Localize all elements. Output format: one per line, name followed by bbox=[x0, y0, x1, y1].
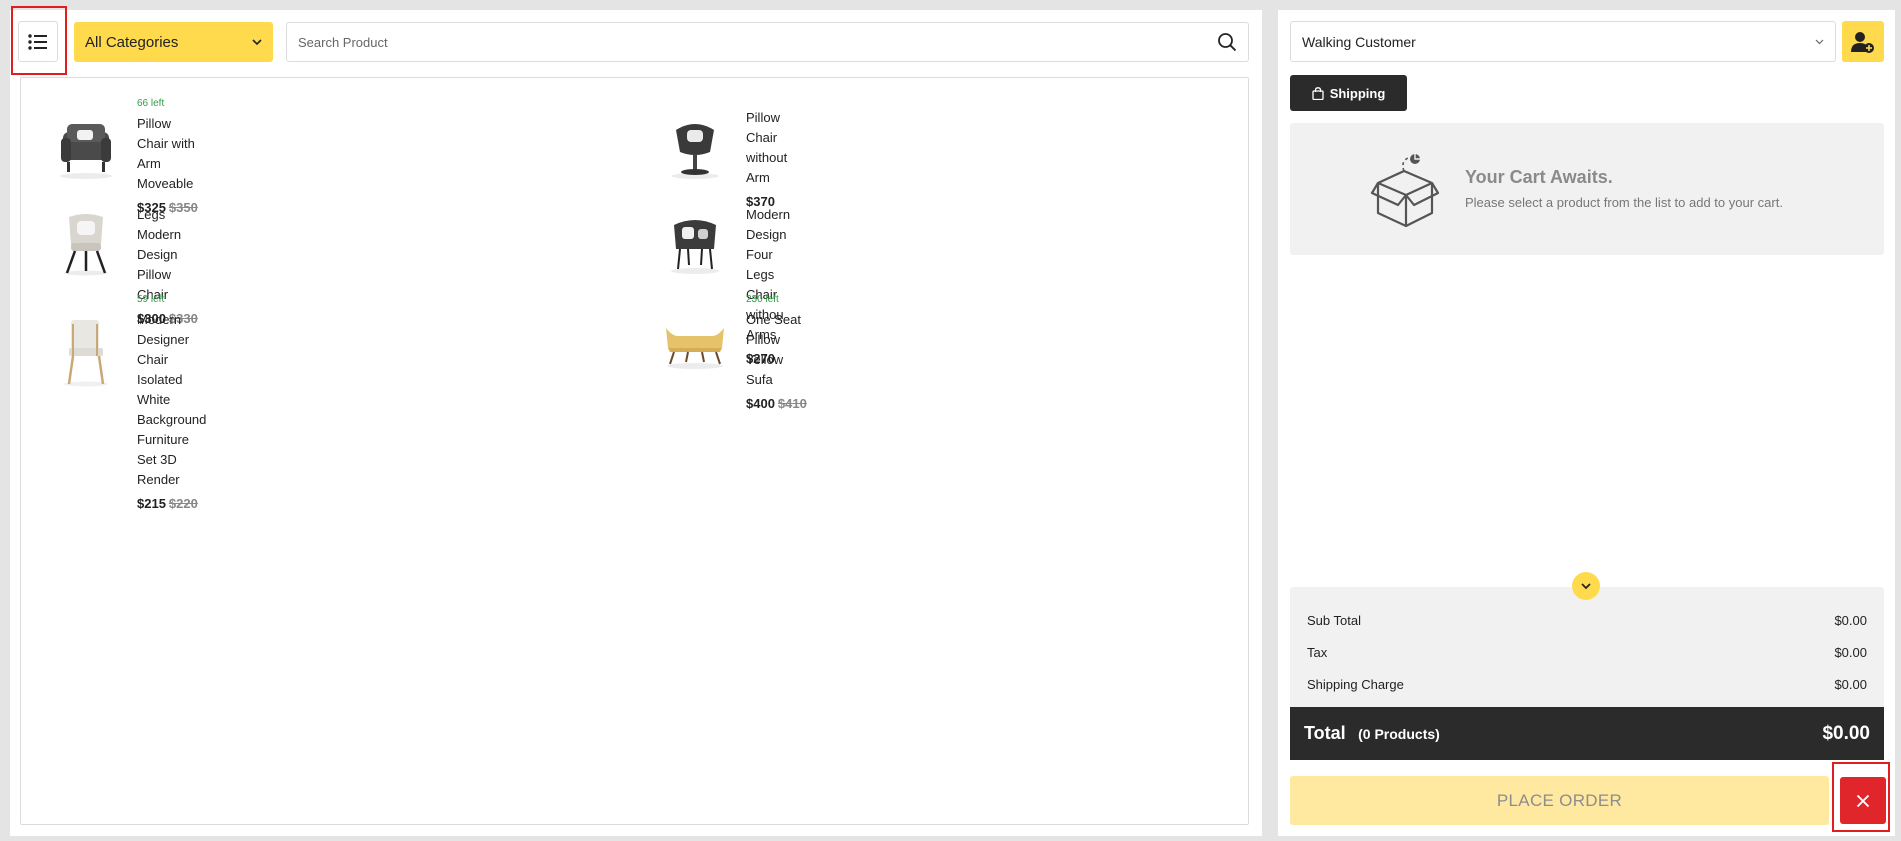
total-value: $0.00 bbox=[1822, 722, 1870, 744]
product-name: Legs Modern Design Pillow Chair bbox=[137, 207, 182, 302]
place-order-label: PLACE ORDER bbox=[1496, 790, 1623, 810]
old-price: $410 bbox=[777, 396, 807, 411]
empty-cart-title: Your Cart Awaits. bbox=[1465, 167, 1613, 187]
product-panel: All Categories 66 left Pillow Chair with… bbox=[10, 10, 1262, 836]
subtotal-label: Sub Total bbox=[1307, 613, 1361, 628]
category-select[interactable]: All Categories bbox=[74, 22, 273, 62]
cart-panel: Walking Customer Shipping Your Cart Awai… bbox=[1278, 10, 1895, 836]
category-select-label: All Categories bbox=[85, 33, 179, 51]
product-image bbox=[60, 124, 112, 179]
product-image bbox=[671, 124, 719, 179]
product-name: Modern Designer Chair Isolated White Bac… bbox=[137, 312, 207, 487]
user-plus-icon bbox=[1851, 31, 1874, 53]
tax-row: Tax $0.00 bbox=[1307, 645, 1867, 660]
list-icon bbox=[28, 33, 47, 50]
product-grid: 66 left Pillow Chair with Arm Moveable $… bbox=[20, 77, 1249, 825]
shopping-bag-icon bbox=[1312, 86, 1324, 100]
summary-toggle-button[interactable] bbox=[1572, 572, 1600, 600]
tax-label: Tax bbox=[1307, 645, 1328, 660]
current-price: $215 bbox=[137, 496, 166, 511]
old-price: $220 bbox=[168, 496, 198, 511]
total-label: Total bbox=[1304, 723, 1346, 743]
chevron-down-icon bbox=[252, 38, 262, 45]
product-name: Pillow Chair with Arm Moveable bbox=[137, 116, 195, 191]
stock-label: 59 left bbox=[137, 294, 165, 305]
shipping-button[interactable]: Shipping bbox=[1290, 75, 1407, 111]
search-input[interactable] bbox=[298, 34, 1217, 50]
shipping-charge-label: Shipping Charge bbox=[1307, 677, 1404, 692]
current-price: $400 bbox=[746, 396, 775, 411]
subtotal-value: $0.00 bbox=[1834, 613, 1867, 628]
subtotal-row: Sub Total $0.00 bbox=[1307, 613, 1867, 628]
total-bar: Total (0 Products) $0.00 bbox=[1290, 707, 1884, 760]
shipping-button-label: Shipping bbox=[1329, 85, 1386, 101]
product-price: $400 $410 bbox=[746, 396, 807, 412]
total-product-count: (0 Products) bbox=[1358, 726, 1440, 742]
add-customer-button[interactable] bbox=[1842, 21, 1884, 62]
open-box-icon bbox=[1370, 154, 1440, 228]
empty-cart-message: Your Cart Awaits. Please select a produc… bbox=[1290, 123, 1884, 255]
product-image bbox=[64, 320, 108, 387]
product-image bbox=[666, 328, 724, 369]
product-name: One Seat Pillow Yellow Sufa bbox=[746, 312, 801, 387]
product-image bbox=[64, 214, 108, 276]
tax-value: $0.00 bbox=[1834, 645, 1867, 660]
customer-select-label: Walking Customer bbox=[1302, 33, 1416, 50]
cancel-order-button[interactable] bbox=[1840, 777, 1886, 824]
shipping-charge-row: Shipping Charge $0.00 bbox=[1307, 677, 1867, 692]
stock-label: 66 left bbox=[137, 98, 165, 109]
product-price: $215 $220 bbox=[137, 496, 206, 512]
close-icon bbox=[1856, 794, 1870, 807]
place-order-button[interactable]: PLACE ORDER bbox=[1290, 776, 1829, 825]
search-icon[interactable] bbox=[1217, 32, 1237, 52]
customer-select[interactable]: Walking Customer bbox=[1290, 21, 1836, 62]
product-image bbox=[671, 220, 719, 274]
chevron-down-icon bbox=[1815, 39, 1824, 44]
search-bar bbox=[286, 22, 1249, 62]
empty-cart-subtitle: Please select a product from the list to… bbox=[1465, 195, 1783, 210]
stock-label: 230 left bbox=[746, 294, 779, 305]
chevron-down-icon bbox=[1581, 582, 1591, 589]
menu-button[interactable] bbox=[18, 21, 58, 62]
shipping-charge-value: $0.00 bbox=[1834, 677, 1867, 692]
order-summary: Sub Total $0.00 Tax $0.00 Shipping Charg… bbox=[1290, 587, 1884, 707]
product-name: Pillow Chair without Arm bbox=[746, 110, 788, 185]
